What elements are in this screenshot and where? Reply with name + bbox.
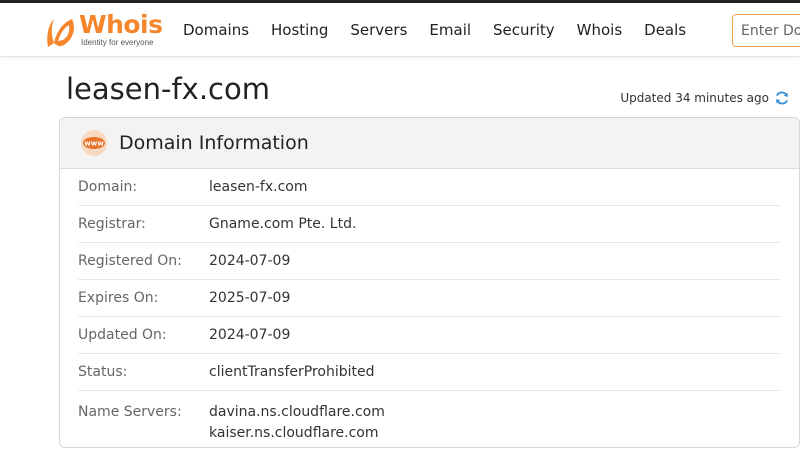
nav-deals[interactable]: Deals [644,21,686,39]
nav-whois[interactable]: Whois [577,21,623,39]
refresh-icon[interactable] [774,90,790,106]
row-label: Status: [78,364,128,380]
page-title: leasen-fx.com [66,72,270,106]
row-value: 2024-07-09 [209,327,291,343]
row-label: Domain: [78,179,138,195]
nav-domains[interactable]: Domains [183,21,249,39]
nav-servers[interactable]: Servers [350,21,407,39]
site-header: Whois Identity for everyone Domains Host… [0,3,800,57]
domain-info-rows: Domain: leasen-fx.com Registrar: Gname.c… [60,169,799,444]
row-label: Registrar: [78,216,146,232]
name-server-item: kaiser.ns.cloudflare.com [209,425,379,441]
name-server-item: davina.ns.cloudflare.com [209,404,385,420]
updated-text: Updated 34 minutes ago [620,91,769,105]
name-server-list: davina.ns.cloudflare.com kaiser.ns.cloud… [209,402,385,444]
row-registered-on: Registered On: 2024-07-09 [78,243,781,280]
row-label: Updated On: [78,327,167,343]
nav-email[interactable]: Email [429,21,471,39]
nav-hosting[interactable]: Hosting [271,21,328,39]
row-domain: Domain: leasen-fx.com [78,169,781,206]
row-expires-on: Expires On: 2025-07-09 [78,280,781,317]
row-updated-on: Updated On: 2024-07-09 [78,317,781,354]
row-value: leasen-fx.com [209,179,308,195]
domain-info-card: www Domain Information Domain: leasen-fx… [59,117,800,448]
row-label: Registered On: [78,253,182,269]
domain-info-title: Domain Information [119,132,309,154]
row-registrar: Registrar: Gname.com Pte. Ltd. [78,206,781,243]
row-value: clientTransferProhibited [209,364,375,380]
svg-text:www: www [84,140,104,148]
logo-mark-icon [47,19,74,47]
row-label: Expires On: [78,290,159,306]
domain-info-header: www Domain Information [60,118,799,169]
row-label: Name Servers: [78,404,182,420]
updated-status: Updated 34 minutes ago [620,90,790,106]
row-value: 2025-07-09 [209,290,291,306]
row-value: Gname.com Pte. Ltd. [209,216,357,232]
row-status: Status: clientTransferProhibited [78,354,781,391]
search-input[interactable] [732,14,800,47]
nav-security[interactable]: Security [493,21,555,39]
main-nav: Domains Hosting Servers Email Security W… [172,3,697,57]
row-name-servers: Name Servers: davina.ns.cloudflare.com k… [78,391,781,444]
whois-logo[interactable]: Whois Identity for everyone [42,10,163,49]
row-value: 2024-07-09 [209,253,291,269]
logo-wordmark: Whois [79,10,163,39]
www-icon: www [81,130,107,156]
logo-tagline: Identity for everyone [81,38,154,47]
